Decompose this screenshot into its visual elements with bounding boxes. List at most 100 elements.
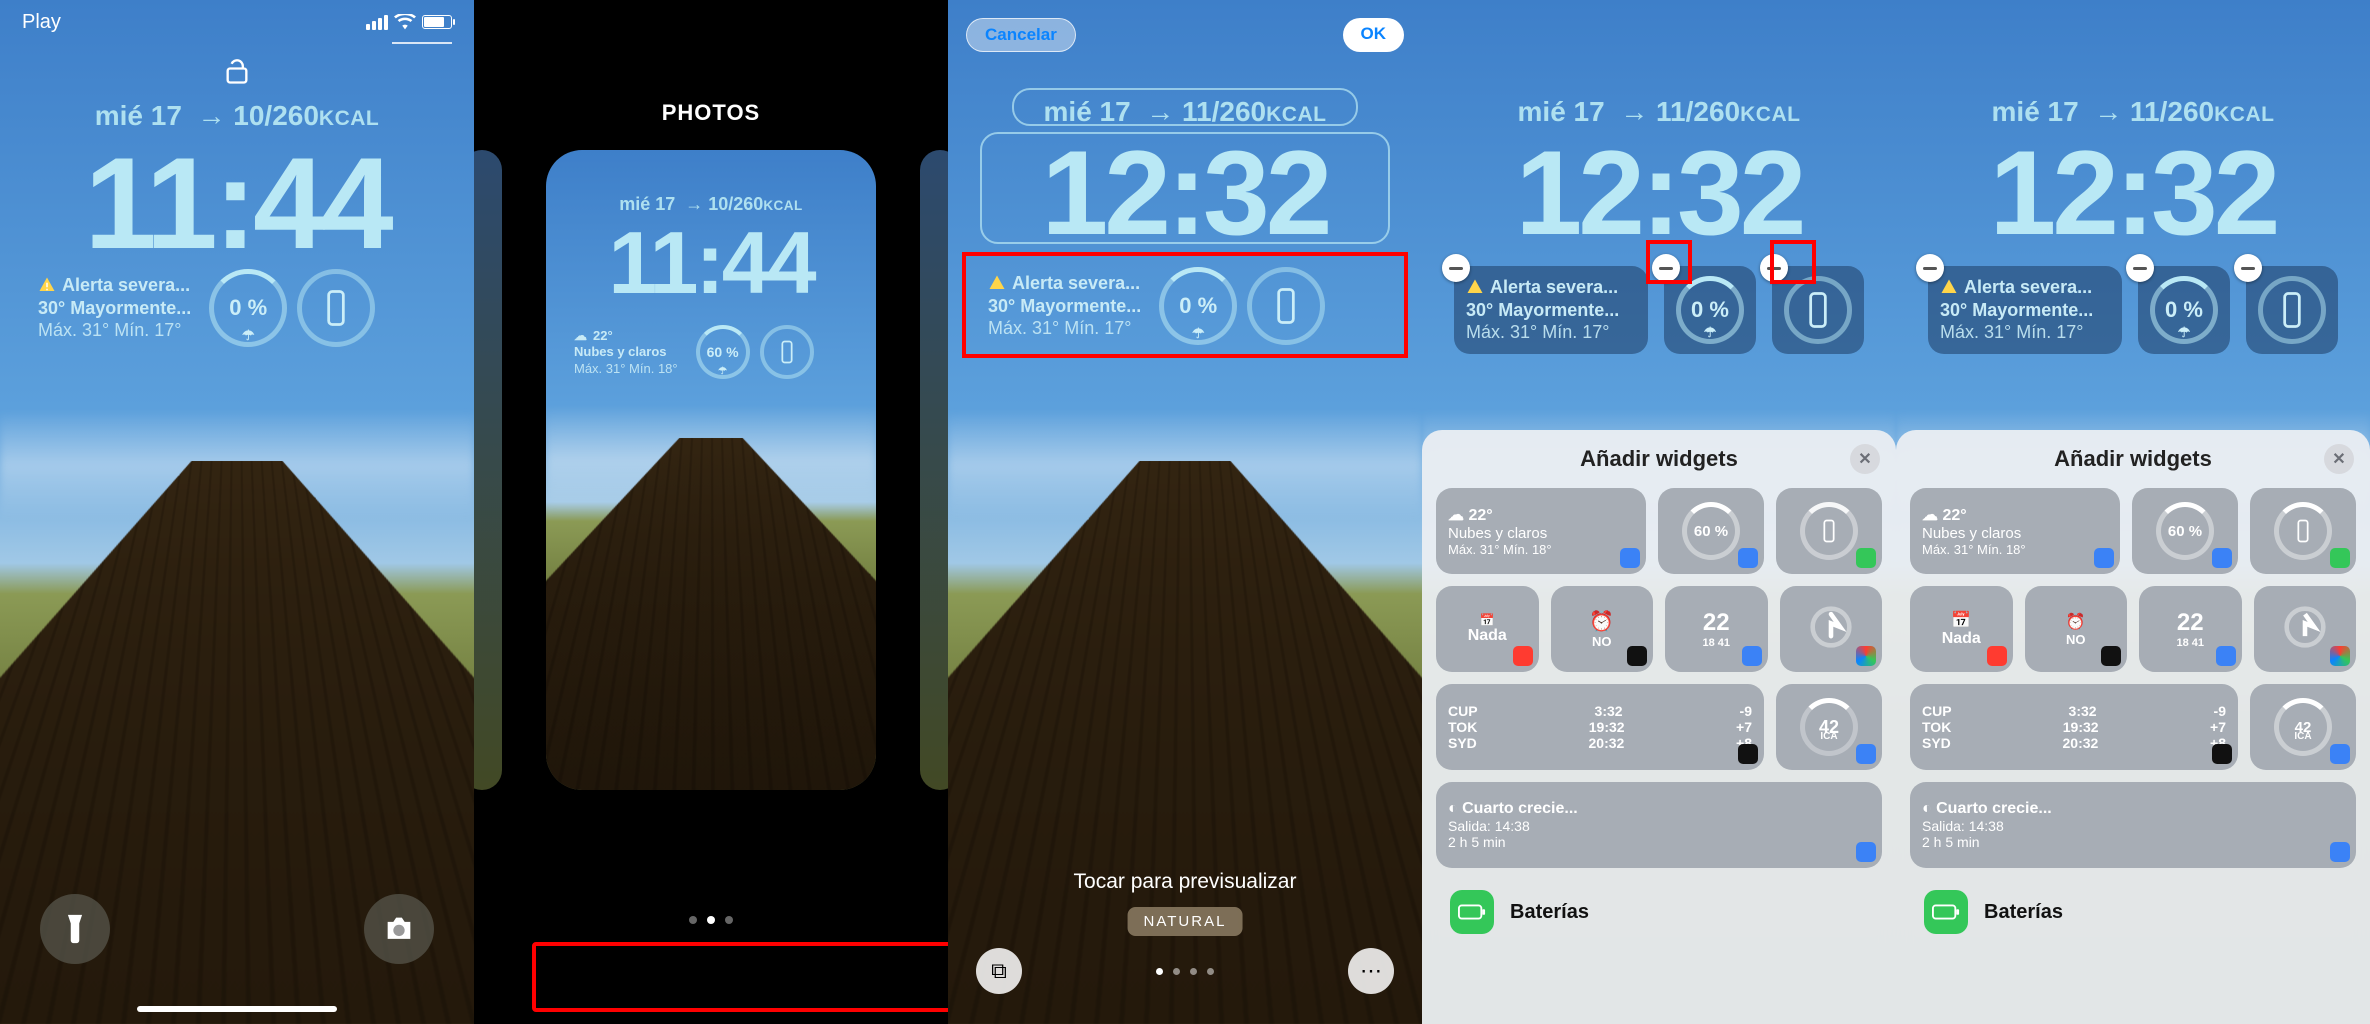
- widget-suggestions: ☁ 22° Nubes y claros Máx. 31° Mín. 18° 6…: [1422, 488, 1896, 944]
- weather-line: 30° Mayormente...: [38, 297, 191, 320]
- edit-page-dots: [1156, 968, 1214, 975]
- lockscreen-edit-panel: Cancelar OK mié 17 → 11/260KCAL 12:32 Al…: [948, 0, 1422, 1024]
- status-bar: Play: [0, 0, 474, 44]
- remove-battery[interactable]: [1760, 254, 1788, 282]
- app-batteries-row[interactable]: Baterías: [1436, 880, 1882, 944]
- weather-minmax: Máx. 31° Mín. 17°: [38, 319, 191, 342]
- alert-icon: [38, 276, 56, 294]
- suggest-calendar[interactable]: 📅Nada: [1910, 586, 2013, 672]
- suggest-calendar[interactable]: 📅 Nada: [1436, 586, 1539, 672]
- gallery-prev[interactable]: [474, 150, 502, 790]
- edit-topbar: Cancelar OK: [948, 18, 1422, 52]
- kcal-value: 10/260: [233, 100, 319, 131]
- ok-button[interactable]: OK: [1343, 18, 1405, 52]
- suggest-alarm[interactable]: ⏰NO: [2025, 586, 2128, 672]
- more-button[interactable]: ⋯: [1348, 948, 1394, 994]
- edit-bottombar: ⧉ ⋯: [948, 948, 1422, 994]
- status-underline: [392, 42, 452, 44]
- suggest-moon[interactable]: ◐ Cuarto crecie... Salida: 14:38 2 h 5 m…: [1910, 782, 2356, 868]
- remove-weather[interactable]: [1916, 254, 1944, 282]
- battery-chip[interactable]: [2246, 266, 2338, 354]
- carrier-label: Play: [22, 11, 61, 34]
- suggest-aqi[interactable]: 42 ICA: [1776, 684, 1882, 770]
- widget-edit-panel-highlighted: mié 17 → 11/260KCAL 12:32 Alerta severa.…: [1422, 0, 1896, 1024]
- batteries-label: Baterías: [1510, 901, 1589, 924]
- clock-time: 12:32: [1896, 124, 2370, 262]
- weather-widget[interactable]: Alerta severa... 30° Mayormente... Máx. …: [30, 268, 199, 348]
- signal-icon: [366, 15, 388, 30]
- rain-chip[interactable]: 0 %☂: [2138, 266, 2230, 354]
- home-indicator[interactable]: [137, 1006, 337, 1012]
- gallery-page-dots: [689, 916, 733, 924]
- remove-battery[interactable]: [2234, 254, 2262, 282]
- suggest-worldclock[interactable]: CUP3:32-9 TOK19:32+7 SYD20:32+8: [1910, 684, 2238, 770]
- alert-text: Alerta severa...: [62, 274, 190, 297]
- alert-icon: [1466, 278, 1484, 296]
- date-label: mié 17: [95, 100, 182, 131]
- camera-button[interactable]: [364, 894, 434, 964]
- sheet-title: Añadir widgets: [2054, 446, 2212, 472]
- suggest-aqi[interactable]: 42ICA: [2250, 684, 2356, 770]
- batteries-app-icon: [1450, 890, 1494, 934]
- weather-chip[interactable]: Alerta severa... 30° Mayormente... Máx. …: [1454, 266, 1648, 354]
- clock-time: 12:32: [1422, 124, 1896, 262]
- clock-time: 11:44: [0, 128, 474, 278]
- suggest-weather-temp[interactable]: 2218 41: [1665, 586, 1768, 672]
- gallery-preview[interactable]: mié 17 → 10/260KCAL 11:44 ☁ 22° Nubes y …: [546, 150, 876, 790]
- suggest-activity[interactable]: [1780, 586, 1883, 672]
- widget-strip: Alerta severa... 30° Mayormente... Máx. …: [18, 260, 456, 356]
- suggest-weather-temp[interactable]: 2218 41: [2139, 586, 2242, 672]
- widget-edit-panel: mié 17 → 11/260KCAL 12:32 Alerta severa.…: [1896, 0, 2370, 1024]
- unlock-icon: [0, 58, 474, 91]
- suggest-rain[interactable]: 60 %: [2132, 488, 2238, 574]
- ring-pct: 0 %: [229, 295, 267, 321]
- app-batteries-row[interactable]: Baterías: [1910, 880, 2356, 944]
- remove-rain[interactable]: [1652, 254, 1680, 282]
- tap-preview-label: Tocar para previsualizar: [948, 870, 1422, 894]
- personalize-button[interactable]: Personalizar: [556, 950, 806, 1004]
- gallery-next[interactable]: [920, 150, 948, 790]
- add-wallpaper-button[interactable]: +: [858, 950, 912, 1004]
- clock-time: 12:32: [948, 124, 1422, 262]
- add-widgets-sheet: Añadir widgets ✕ ☁ 22° Nubes y claros Má…: [1422, 430, 1896, 1024]
- suggest-alarm[interactable]: ⏰ NO: [1551, 586, 1654, 672]
- suggest-moon[interactable]: ◐ Cuarto crecie... Salida: 14:38 2 h 5 m…: [1436, 782, 1882, 868]
- suggest-worldclock[interactable]: CUP3:32-9 TOK19:32+7 SYD20:32+8: [1436, 684, 1764, 770]
- gallery-category: PHOTOS: [474, 100, 948, 126]
- widget-strip[interactable]: Alerta severa... 30° Mayormente... Máx. …: [968, 258, 1402, 354]
- close-sheet-button[interactable]: ✕: [2324, 444, 2354, 474]
- add-widgets-sheet: Añadir widgets ✕ ☁ 22° Nubes y claros Má…: [1896, 430, 2370, 1024]
- suggest-activity[interactable]: [2254, 586, 2357, 672]
- widget-strip-edit: Alerta severa... 30° Mayormente... Máx. …: [1916, 258, 2350, 362]
- phone-icon: [325, 289, 347, 327]
- flashlight-button[interactable]: [40, 894, 110, 964]
- suggest-battery[interactable]: [1776, 488, 1882, 574]
- sheet-title: Añadir widgets: [1580, 446, 1738, 472]
- battery-chip[interactable]: [1772, 266, 1864, 354]
- close-sheet-button[interactable]: ✕: [1850, 444, 1880, 474]
- umbrella-icon: ☂: [242, 327, 255, 344]
- rain-chip[interactable]: 0 %☂: [1664, 266, 1756, 354]
- suggest-rain[interactable]: 60 %: [1658, 488, 1764, 574]
- alert-icon: [988, 274, 1006, 292]
- filter-label[interactable]: NATURAL: [1128, 907, 1243, 936]
- battery-widget[interactable]: [297, 268, 375, 348]
- widget-strip-edit: Alerta severa... 30° Mayormente... Máx. …: [1442, 258, 1876, 362]
- camera-icon: [382, 912, 416, 946]
- preview-widgets: ☁ 22° Nubes y claros Máx. 31° Mín. 18° 6…: [554, 314, 868, 391]
- weather-app-icon: [1620, 548, 1640, 568]
- flashlight-icon: [58, 912, 92, 946]
- remove-rain[interactable]: [2126, 254, 2154, 282]
- photo-shuffle-button[interactable]: ⧉: [976, 948, 1022, 994]
- cancel-button[interactable]: Cancelar: [966, 18, 1076, 52]
- kcal-unit: KCAL: [319, 107, 379, 130]
- suggest-weather[interactable]: ☁ 22° Nubes y claros Máx. 31° Mín. 18°: [1910, 488, 2120, 574]
- remove-weather[interactable]: [1442, 254, 1470, 282]
- rain-widget[interactable]: 0 % ☂: [209, 268, 287, 348]
- suggest-weather[interactable]: ☁ 22° Nubes y claros Máx. 31° Mín. 18°: [1436, 488, 1646, 574]
- suggest-battery[interactable]: [2250, 488, 2356, 574]
- wallpaper-gallery-panel: PHOTOS mié 17 → 10/260KCAL 11:44 ☁ 22° N…: [474, 0, 948, 1024]
- lockscreen-panel: Play mié 17 → 10/260KCAL 11:44 Alerta se…: [0, 0, 474, 1024]
- weather-chip[interactable]: Alerta severa... 30° Mayormente... Máx. …: [1928, 266, 2122, 354]
- preview-clock: 11:44: [546, 212, 876, 314]
